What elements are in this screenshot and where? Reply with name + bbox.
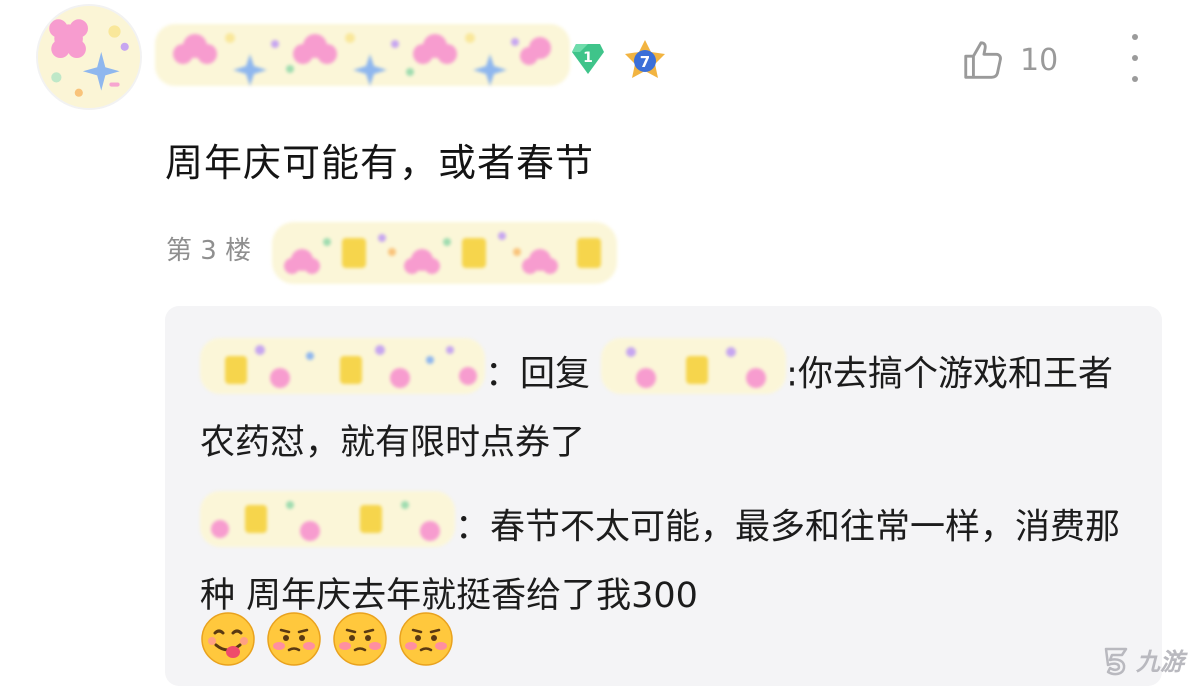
shy-emoji-icon xyxy=(333,612,387,666)
watermark: 九游 xyxy=(1098,642,1184,677)
reply-author-redacted[interactable] xyxy=(200,338,485,413)
floor-label: 第 3 楼 xyxy=(166,236,252,266)
star-badge-icon: 7 xyxy=(625,40,665,78)
reply-author-sticker-overlay xyxy=(200,338,485,394)
reply-item[interactable]: ：回复 :你去搞个游戏和王者农药怼，就有限时点券了 xyxy=(200,338,1130,473)
floor-sticker-overlay xyxy=(272,222,617,284)
username-sticker-overlay xyxy=(155,24,570,86)
level-badge-number: 1 xyxy=(583,50,593,66)
thumbs-up-icon xyxy=(964,41,1002,79)
yum-emoji-icon xyxy=(201,612,255,666)
reply-prefix: 回复 xyxy=(520,354,591,395)
more-dot-icon xyxy=(1132,34,1138,40)
avatar-sticker-overlay xyxy=(38,6,140,108)
reply-item[interactable]: ：春节不太可能，最多和往常一样，消费那种 周年庆去年就挺香给了我300 xyxy=(200,491,1130,626)
reply-mention-sticker-overlay xyxy=(601,338,787,394)
reply-thread[interactable]: ：回复 :你去搞个游戏和王者农药怼，就有限时点券了 ：春节不太可能，最多和往常一… xyxy=(165,306,1162,686)
reply-author-redacted[interactable] xyxy=(200,491,455,566)
username-redacted[interactable] xyxy=(155,24,570,86)
comment-text: 周年庆可能有，或者春节 xyxy=(165,141,595,185)
level-badge: 1 xyxy=(570,40,606,76)
shy-emoji-icon xyxy=(399,612,453,666)
emoji-row xyxy=(200,611,454,667)
watermark-logo-icon xyxy=(1104,647,1128,675)
user-avatar[interactable] xyxy=(38,6,140,108)
watermark-text: 九游 xyxy=(1136,647,1184,676)
reply-separator: ： xyxy=(455,507,491,548)
more-dot-icon xyxy=(1132,76,1138,82)
reply-separator: ： xyxy=(485,354,521,395)
reply-author-sticker-overlay xyxy=(200,491,455,547)
more-options-button[interactable] xyxy=(1120,34,1150,82)
reply-mention-redacted[interactable] xyxy=(601,338,787,413)
more-dot-icon xyxy=(1132,55,1138,61)
level-badge-icon: 1 xyxy=(572,44,604,74)
like-count: 10 xyxy=(1020,42,1059,78)
like-button[interactable]: 10 xyxy=(960,34,1058,86)
star-level-badge: 7 xyxy=(622,38,668,80)
star-badge-number: 7 xyxy=(640,53,650,71)
shy-emoji-icon xyxy=(267,612,321,666)
post-time-redacted xyxy=(272,222,617,284)
